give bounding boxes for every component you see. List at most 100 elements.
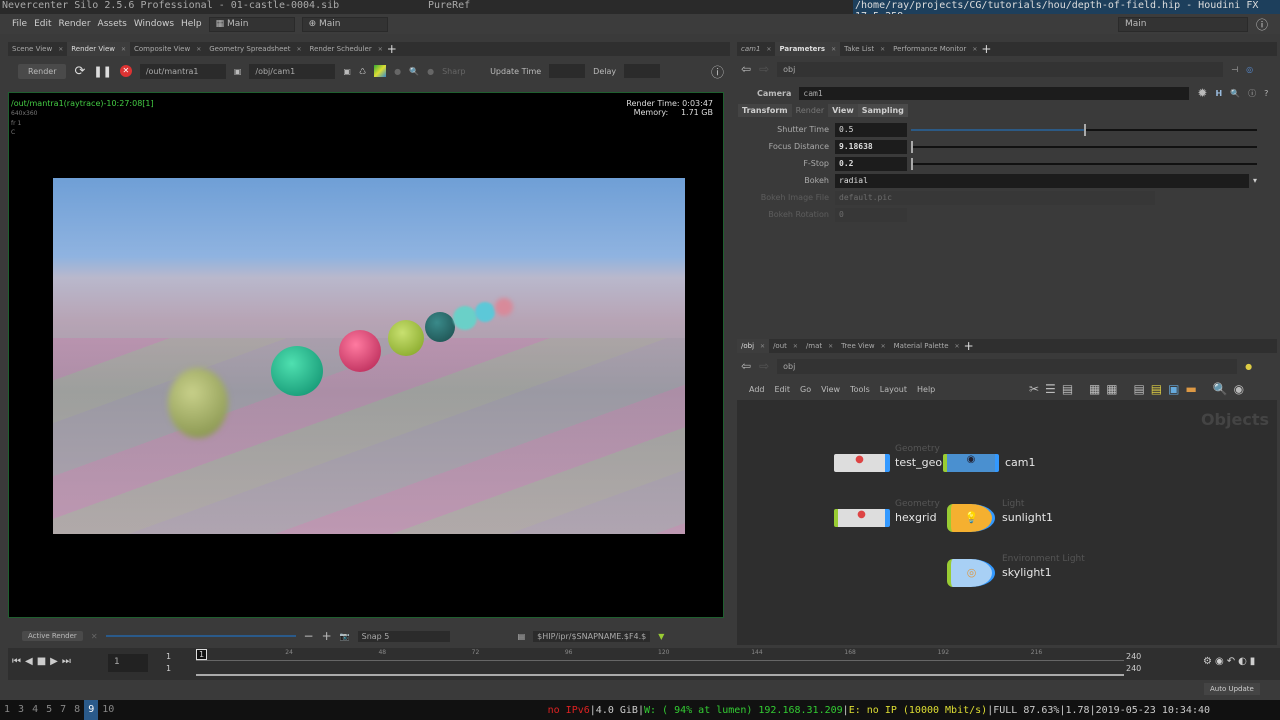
- rop-select[interactable]: /out/mantra1: [139, 63, 226, 79]
- search-icon[interactable]: 🔍: [1230, 89, 1240, 98]
- tab-performance-monitor[interactable]: Performance Monitor ✕: [889, 42, 981, 56]
- update-time-field[interactable]: [549, 64, 586, 78]
- plus-button[interactable]: +: [322, 629, 332, 643]
- desktop-select[interactable]: ▦ Main: [208, 16, 295, 32]
- end-frame-2[interactable]: 240: [1126, 664, 1141, 673]
- tab-transform[interactable]: Transform: [738, 104, 792, 117]
- stop-icon[interactable]: ✕: [119, 65, 132, 77]
- render-viewport[interactable]: /out/mantra1(raytrace)-10:27:08[1] 640x3…: [8, 92, 724, 618]
- focus-distance-slider[interactable]: [911, 140, 1257, 153]
- node-test-geo[interactable]: ●: [834, 454, 890, 472]
- workspace-5[interactable]: 5: [42, 700, 56, 720]
- render-button[interactable]: Render: [18, 63, 67, 79]
- workspace-3[interactable]: 3: [14, 700, 28, 720]
- current-frame-field[interactable]: 1: [108, 654, 148, 672]
- minus-button[interactable]: −: [304, 629, 314, 643]
- node-hexgrid[interactable]: ●: [834, 509, 890, 527]
- workspace-4[interactable]: 4: [28, 700, 42, 720]
- workspace-7[interactable]: 7: [56, 700, 70, 720]
- active-render-select[interactable]: Active Render: [22, 631, 83, 641]
- camera-select[interactable]: /obj/cam1: [249, 63, 336, 79]
- clear-icon[interactable]: ✕: [91, 632, 98, 641]
- bokeh-select[interactable]: radial: [835, 173, 1249, 188]
- tab-view[interactable]: View: [828, 104, 858, 117]
- workspace-8[interactable]: 8: [70, 700, 84, 720]
- camera-icon[interactable]: 📷: [340, 632, 350, 641]
- menu-render[interactable]: Render: [59, 19, 91, 29]
- network-editor[interactable]: Objects ● Geometry test_geo ◉ cam1 ● Geo…: [737, 400, 1277, 645]
- menu-help[interactable]: Help: [181, 19, 202, 29]
- workspace-9[interactable]: 9: [84, 700, 99, 720]
- add-tab-button[interactable]: +: [981, 42, 991, 56]
- context-select[interactable]: ⊕ Main: [301, 16, 388, 32]
- save-icon[interactable]: ▼: [658, 632, 664, 641]
- tab-render-view[interactable]: Render View ✕: [67, 42, 131, 56]
- tab-geometry-spreadsheet[interactable]: Geometry Spreadsheet ✕: [205, 42, 305, 56]
- snap-field[interactable]: Snap 5: [357, 630, 450, 642]
- workspace-10[interactable]: 10: [98, 700, 118, 720]
- menu-windows[interactable]: Windows: [134, 19, 174, 29]
- net-menu-layout[interactable]: Layout: [880, 385, 907, 394]
- help-icon[interactable]: ?: [1264, 89, 1268, 98]
- pause-icon[interactable]: ❚❚: [93, 65, 111, 78]
- tab-mat[interactable]: /mat ✕: [802, 339, 837, 353]
- network-path-field[interactable]: obj: [777, 358, 1238, 374]
- gear-icon[interactable]: ✹: [1197, 86, 1207, 100]
- right-desktop-select[interactable]: Main: [1118, 16, 1248, 32]
- end-frame[interactable]: 240: [1126, 652, 1141, 661]
- snapshot-slider[interactable]: [105, 635, 296, 637]
- node-cam1[interactable]: ◉: [943, 454, 999, 472]
- help-icon[interactable]: ⓘ: [711, 62, 724, 81]
- net-menu-view[interactable]: View: [821, 385, 840, 394]
- tab-cam1[interactable]: cam1 ✕: [737, 42, 775, 56]
- net-menu-tools[interactable]: Tools: [850, 385, 870, 394]
- timeline-ruler[interactable]: [196, 660, 1124, 661]
- forward-icon[interactable]: ⇨: [759, 62, 769, 76]
- fstop-slider[interactable]: [911, 157, 1257, 170]
- start-frame[interactable]: 1: [166, 652, 171, 661]
- tab-take-list[interactable]: Take List ✕: [840, 42, 889, 56]
- network-tool-icons[interactable]: ✂☰▤ ▦▦ ▤▤▣▬ 🔍◉: [1029, 382, 1250, 396]
- recycle-icon[interactable]: ♺: [359, 67, 366, 76]
- param-path-field[interactable]: obj: [777, 61, 1224, 77]
- pick-camera-icon[interactable]: ▣: [343, 67, 351, 76]
- tab-sampling[interactable]: Sampling: [857, 104, 908, 117]
- shutter-time-field[interactable]: 0.5: [835, 122, 907, 137]
- zoom-icon[interactable]: 🔍: [409, 67, 419, 76]
- net-menu-help[interactable]: Help: [917, 385, 935, 394]
- range-slider[interactable]: [196, 674, 1124, 676]
- auto-update-select[interactable]: Auto Update: [1204, 683, 1260, 695]
- workspace-1[interactable]: 1: [0, 700, 14, 720]
- net-menu-add[interactable]: Add: [749, 385, 765, 394]
- fstop-field[interactable]: 0.2: [835, 156, 907, 171]
- back-icon[interactable]: ⇦: [741, 62, 751, 76]
- color-icon[interactable]: [374, 65, 387, 77]
- timeline-tool-icons[interactable]: ⚙◉↶◐▮: [1203, 656, 1258, 667]
- menu-file[interactable]: File: [12, 19, 27, 29]
- help-icon[interactable]: ⓘ: [1256, 16, 1268, 33]
- pick-rop-icon[interactable]: ▣: [234, 67, 242, 76]
- snapshot-path-field[interactable]: $HIP/ipr/$SNAPNAME.$F4.$: [533, 630, 651, 642]
- pin-icon[interactable]: ⊣: [1231, 65, 1238, 74]
- delay-field[interactable]: [624, 64, 661, 78]
- tab-scene-view[interactable]: Scene View ✕: [8, 42, 67, 56]
- houdini-h-icon[interactable]: H: [1215, 89, 1222, 98]
- tab-parameters[interactable]: Parameters ✕: [775, 42, 841, 56]
- probe-icon[interactable]: ●: [394, 67, 401, 76]
- sphere-icon[interactable]: ●: [427, 67, 434, 76]
- sharp-select[interactable]: Sharp: [442, 67, 482, 76]
- add-tab-button[interactable]: +: [387, 42, 397, 56]
- node-skylight1[interactable]: ◎: [947, 559, 995, 587]
- net-menu-go[interactable]: Go: [800, 385, 811, 394]
- tab-render-scheduler[interactable]: Render Scheduler ✕: [306, 42, 387, 56]
- focus-distance-field[interactable]: 9.18638: [835, 139, 907, 154]
- tab-out[interactable]: /out ✕: [769, 339, 802, 353]
- menu-assets[interactable]: Assets: [98, 19, 127, 29]
- add-tab-button[interactable]: +: [964, 339, 974, 353]
- tab-obj[interactable]: /obj ✕: [737, 339, 770, 353]
- info-icon[interactable]: ⓘ: [1248, 88, 1256, 99]
- net-menu-edit[interactable]: Edit: [775, 385, 791, 394]
- menu-edit[interactable]: Edit: [34, 19, 51, 29]
- link-icon[interactable]: ◎: [1246, 65, 1253, 74]
- playback-controls[interactable]: ⏮◀■▶⏭: [12, 656, 75, 667]
